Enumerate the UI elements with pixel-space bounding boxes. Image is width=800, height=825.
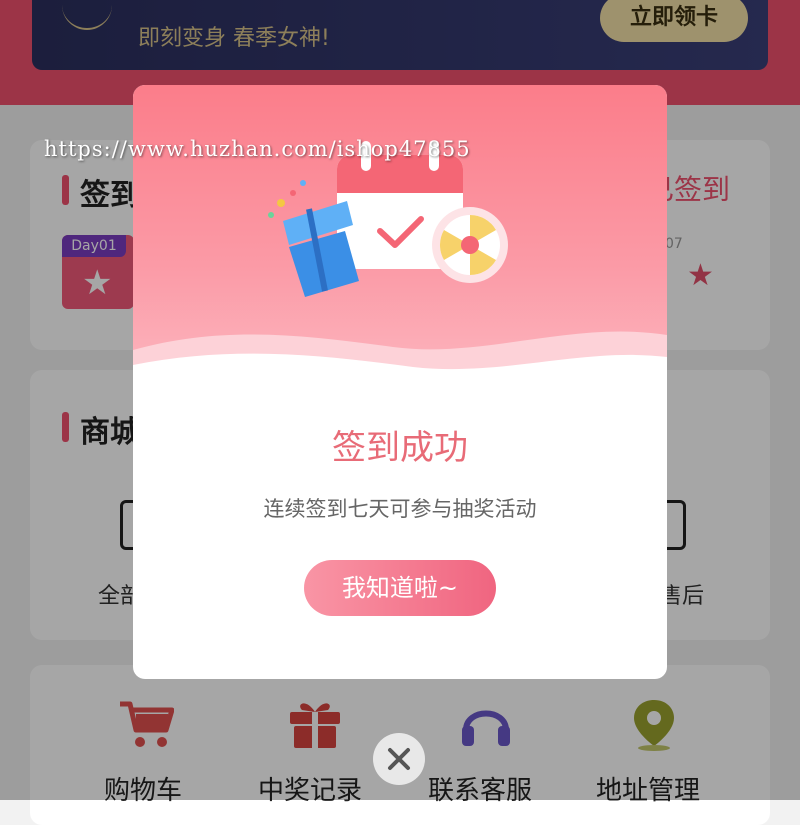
signin-success-dialog: 签到成功 连续签到七天可参与抽奖活动 我知道啦~ [133, 85, 667, 679]
close-icon [388, 748, 410, 770]
dialog-description: 连续签到七天可参与抽奖活动 [263, 497, 537, 521]
dialog-title: 签到成功 [332, 428, 468, 468]
watermark: https://www.huzhan.com/ishop47855 [44, 137, 471, 161]
dialog-header [133, 85, 667, 385]
confirm-button[interactable]: 我知道啦~ [304, 560, 496, 616]
close-button[interactable] [373, 733, 425, 785]
prize-wheel-icon [432, 207, 508, 283]
header-illustration [133, 141, 667, 385]
